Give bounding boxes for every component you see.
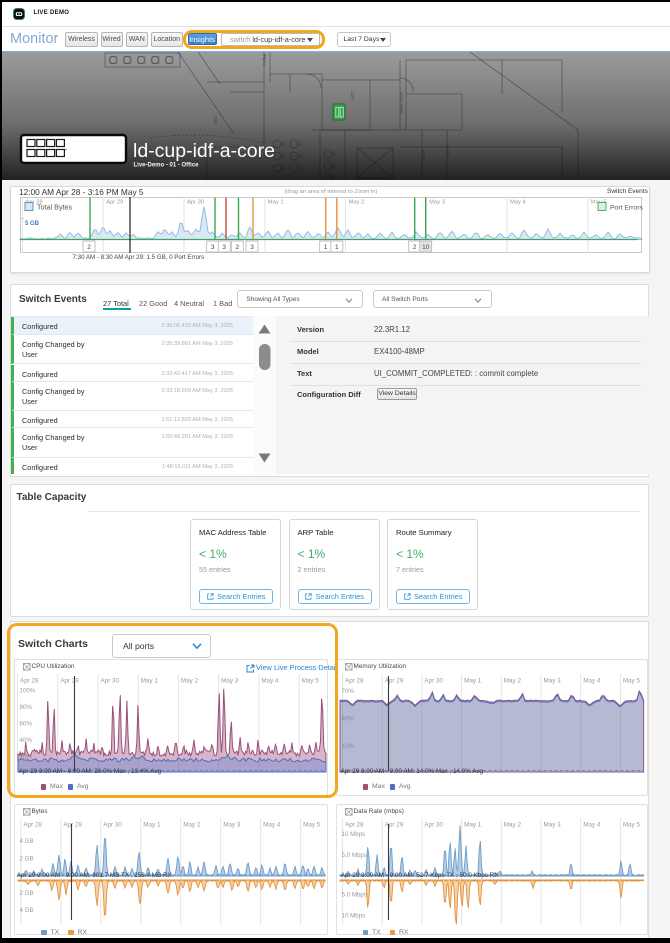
svg-text:Apr 30: Apr 30 <box>187 200 204 206</box>
svg-text:May 3: May 3 <box>223 822 241 829</box>
svg-text:May 4: May 4 <box>510 200 527 206</box>
svg-text:Apr 28: Apr 28 <box>345 822 364 829</box>
svg-text:Port Errors: Port Errors <box>610 205 643 212</box>
svg-text:May 4: May 4 <box>263 822 281 829</box>
svg-text:2 GB: 2 GB <box>20 856 34 863</box>
svg-text:May 2: May 2 <box>349 200 365 206</box>
svg-text:2: 2 <box>413 244 417 251</box>
svg-text:1: 1 <box>324 244 328 251</box>
svg-text:May 1: May 1 <box>143 822 161 829</box>
svg-text:Apr 28: Apr 28 <box>23 822 42 829</box>
svg-text:2 GB: 2 GB <box>20 890 34 897</box>
svg-text:3: 3 <box>222 244 226 251</box>
svg-text:Apr 30: Apr 30 <box>424 678 443 685</box>
svg-text:May 2: May 2 <box>183 822 201 829</box>
svg-text:May 5: May 5 <box>623 822 641 829</box>
svg-text:May 5: May 5 <box>623 678 641 685</box>
svg-text:5 GB: 5 GB <box>25 221 40 227</box>
svg-text:10 Mbps: 10 Mbps <box>342 913 366 920</box>
svg-text:3: 3 <box>250 244 254 251</box>
svg-text:3: 3 <box>211 244 215 251</box>
svg-text:10: 10 <box>422 244 430 251</box>
svg-text:May 4: May 4 <box>583 822 601 829</box>
svg-text:ld-cup-idf-a-core: ld-cup-idf-a-core <box>133 140 275 162</box>
svg-text:Apr 28: Apr 28 <box>345 678 364 685</box>
svg-text:5.0 Mbps: 5.0 Mbps <box>342 852 367 859</box>
svg-text:Apr 29: Apr 29 <box>106 200 123 206</box>
svg-text:May 1: May 1 <box>464 678 482 685</box>
svg-text:May 3: May 3 <box>544 678 562 685</box>
svg-text:May 1: May 1 <box>268 200 284 206</box>
svg-text:Apr 29: Apr 29 <box>63 822 82 829</box>
svg-text:Apr 30: Apr 30 <box>103 822 122 829</box>
svg-text:May 2: May 2 <box>504 822 522 829</box>
svg-text:4 GB: 4 GB <box>20 907 34 914</box>
svg-text:70%: 70% <box>342 688 355 695</box>
svg-text:May 1: May 1 <box>464 822 482 829</box>
svg-text:Apr 29: Apr 29 <box>385 822 404 829</box>
svg-text:May 5: May 5 <box>303 822 321 829</box>
svg-text:May 3: May 3 <box>544 822 562 829</box>
svg-text:May 3: May 3 <box>429 200 445 206</box>
svg-text:10 Mbps: 10 Mbps <box>342 831 366 838</box>
svg-text:4 GB: 4 GB <box>20 838 34 845</box>
svg-text:Live-Demo - 01 - Office: Live-Demo - 01 - Office <box>134 163 200 169</box>
svg-text:2: 2 <box>235 244 239 251</box>
svg-text:May 4: May 4 <box>583 678 601 685</box>
svg-text:Apr 30: Apr 30 <box>424 822 443 829</box>
svg-text:5.0 Mbps: 5.0 Mbps <box>342 892 367 899</box>
svg-text:2: 2 <box>87 244 91 251</box>
svg-text:1: 1 <box>335 244 339 251</box>
svg-text:May 2: May 2 <box>504 678 522 685</box>
svg-text:Total Bytes: Total Bytes <box>37 203 73 212</box>
svg-text:Apr 29: Apr 29 <box>385 678 404 685</box>
